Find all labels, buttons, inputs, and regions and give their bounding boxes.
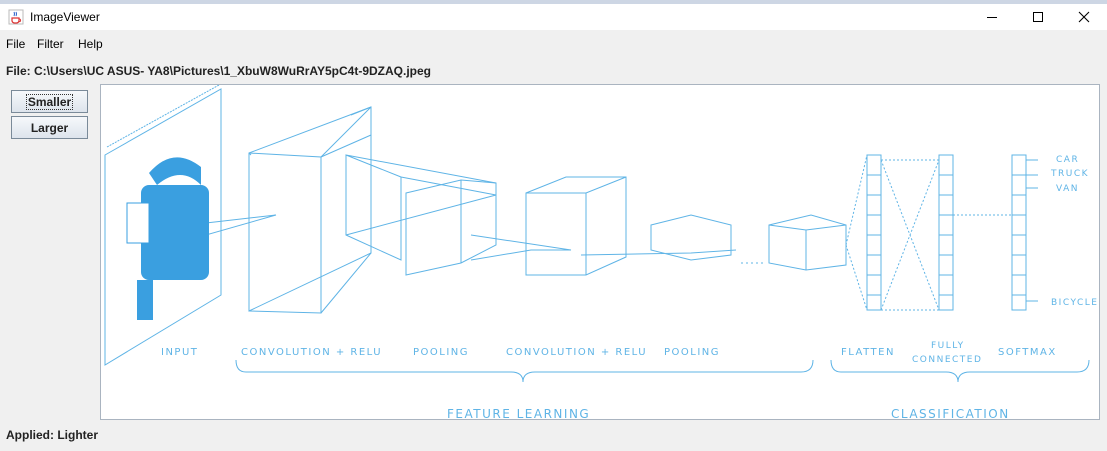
- close-button[interactable]: [1061, 4, 1107, 30]
- menu-help[interactable]: Help: [78, 37, 103, 51]
- menu-filter[interactable]: Filter: [37, 37, 64, 51]
- label-connected: CONNECTED: [912, 355, 982, 365]
- car-image: [126, 157, 209, 320]
- label-softmax: SOFTMAX: [998, 347, 1057, 358]
- smaller-button[interactable]: Smaller: [11, 90, 88, 113]
- label-input: INPUT: [161, 347, 198, 358]
- file-path-label: File: C:\Users\UC ASUS- YA8\Pictures\1_X…: [6, 64, 431, 78]
- menu-bar: File Filter Help: [0, 33, 1107, 53]
- label-flatten: FLATTEN: [841, 347, 895, 358]
- larger-button[interactable]: Larger: [11, 116, 88, 139]
- minimize-icon: [987, 17, 997, 18]
- label-feature-learning: FEATURE LEARNING: [447, 407, 590, 419]
- minimize-button[interactable]: [969, 4, 1015, 30]
- maximize-icon: [1033, 12, 1043, 22]
- menu-file[interactable]: File: [6, 37, 25, 51]
- class-bicycle: BICYCLE: [1051, 298, 1098, 308]
- feature-learning-brace: [235, 359, 814, 383]
- label-conv1: CONVOLUTION + RELU: [241, 347, 382, 358]
- conv1-layer: [248, 106, 372, 312]
- close-icon: [1078, 11, 1090, 23]
- window-title: ImageViewer: [30, 10, 100, 24]
- label-conv2: CONVOLUTION + RELU: [506, 347, 647, 358]
- conv2-layer: [525, 176, 627, 276]
- label-pool2: POOLING: [664, 347, 720, 358]
- class-van: VAN: [1056, 184, 1079, 194]
- pool1-layer: [345, 154, 497, 261]
- pool2-layer: [580, 214, 737, 261]
- status-label: Applied: Lighter: [6, 428, 98, 442]
- label-classification: CLASSIFICATION: [891, 407, 1010, 419]
- class-truck: TRUCK: [1050, 169, 1089, 179]
- java-cup-icon: [8, 9, 24, 25]
- label-fully: FULLY: [931, 341, 965, 351]
- maximize-button[interactable]: [1015, 4, 1061, 30]
- image-panel: INPUT CONVOLUTION + RELU POOLING CONVOLU…: [100, 84, 1100, 420]
- smaller-button-label: Smaller: [25, 93, 74, 110]
- larger-button-label: Larger: [30, 120, 69, 135]
- title-bar: ImageViewer: [0, 4, 1107, 30]
- label-pool1: POOLING: [413, 347, 469, 358]
- class-car: CAR: [1056, 155, 1079, 165]
- cnn-diagram-image: INPUT CONVOLUTION + RELU POOLING CONVOLU…: [104, 85, 1098, 419]
